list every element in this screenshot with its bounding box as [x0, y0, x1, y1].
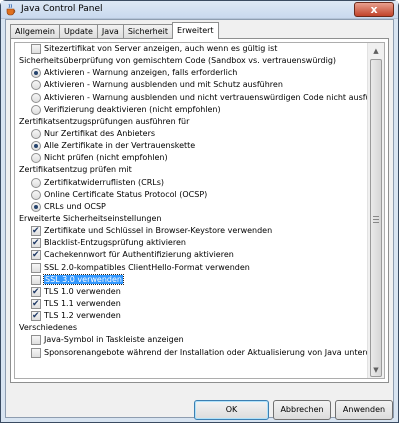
- option-label: CRLs und OCSP: [44, 201, 106, 211]
- tab-panel-erweitert: Sitezertifikat von Server anzeigen, auch…: [10, 38, 389, 383]
- option-label: SSL 3.0 verwenden: [43, 273, 124, 285]
- checkbox-option[interactable]: SSL 3.0 verwenden: [15, 273, 367, 286]
- option-label: Nicht prüfen (nicht empfohlen): [44, 153, 168, 163]
- checkbox[interactable]: [31, 335, 41, 346]
- option-label: Alle Zertifikate in der Vertrauenskette: [44, 141, 196, 151]
- option-label: Aktivieren - Warnung anzeigen, falls erf…: [44, 68, 238, 78]
- radio-button[interactable]: [31, 141, 41, 152]
- checkbox[interactable]: [31, 310, 41, 322]
- checkbox-option[interactable]: Java-Symbol in Taskleiste anzeigen: [15, 334, 367, 346]
- scroll-down-button[interactable]: ▼: [368, 362, 384, 378]
- settings-group-header: Sicherheitsüberprüfung von gemischtem Co…: [19, 56, 337, 66]
- radio-button[interactable]: [31, 68, 41, 79]
- radio-option[interactable]: Aktivieren - Warnung ausblenden und mit …: [15, 79, 367, 91]
- radio-option[interactable]: Online Certificate Status Protocol (OCSP…: [15, 189, 367, 201]
- option-label: Zertifikatwiderruflisten (CRLs): [44, 177, 165, 187]
- checkbox-option[interactable]: Blacklist-Entzugsprüfung aktivieren: [15, 237, 367, 249]
- scroll-up-button[interactable]: ▲: [368, 43, 384, 59]
- radio-option[interactable]: CRLs und OCSP: [15, 201, 367, 213]
- checkbox-option[interactable]: Cachekennwort für Authentifizierung akti…: [15, 249, 367, 261]
- tab-allgemein[interactable]: Allgemein: [10, 24, 60, 39]
- radio-option[interactable]: Verifizierung deaktivieren (nicht empfoh…: [15, 104, 367, 116]
- radio-option[interactable]: Nur Zertifikat des Anbieters: [15, 128, 367, 140]
- checkbox-option[interactable]: SSL 2.0-kompatibles ClientHello-Format v…: [15, 262, 367, 274]
- tab-strip: Allgemein Update Java Sicherheit Erweitert: [10, 22, 219, 39]
- radio-button[interactable]: [31, 104, 41, 115]
- option-label: SSL 2.0-kompatibles ClientHello-Format v…: [44, 262, 250, 272]
- java-control-panel-window: Java Control Panel x Allgemein Update Java…: [0, 0, 399, 423]
- settings-group-header: Zertifikatsentzugsprüfungen ausführen fü…: [19, 116, 190, 126]
- radio-option[interactable]: Aktivieren - Warnung anzeigen, falls erf…: [15, 67, 367, 79]
- checkbox[interactable]: [31, 44, 41, 54]
- checkbox[interactable]: [31, 237, 41, 249]
- option-label: Sitezertifikat von Server anzeigen, auch…: [44, 44, 278, 53]
- vertical-scrollbar[interactable]: ▲ ▼: [367, 43, 384, 378]
- radio-button[interactable]: [31, 177, 41, 188]
- option-label: Verifizierung deaktivieren (nicht empfoh…: [44, 104, 221, 114]
- option-label: TLS 1.1 verwenden: [44, 298, 121, 308]
- checkbox[interactable]: [31, 286, 41, 298]
- radio-option[interactable]: Nicht prüfen (nicht empfohlen): [15, 152, 367, 164]
- checkbox[interactable]: [31, 274, 41, 285]
- apply-button[interactable]: Anwenden: [335, 400, 393, 420]
- checkbox[interactable]: [31, 347, 41, 358]
- radio-option[interactable]: Aktivieren - Warnung ausblenden und nich…: [15, 92, 367, 104]
- tab-java[interactable]: Java: [96, 24, 124, 39]
- checkbox-option[interactable]: TLS 1.1 verwenden: [15, 298, 367, 310]
- checkbox-option[interactable]: TLS 1.0 verwenden: [15, 286, 367, 298]
- option-label: TLS 1.2 verwenden: [44, 311, 121, 321]
- ok-button[interactable]: OK: [194, 400, 269, 420]
- option-label: Java-Symbol in Taskleiste anzeigen: [44, 335, 184, 345]
- tab-sicherheit[interactable]: Sicherheit: [122, 24, 174, 39]
- arrow-up-icon: ▲: [373, 47, 379, 55]
- radio-option[interactable]: Zertifikatwiderruflisten (CRLs): [15, 177, 367, 189]
- close-button[interactable]: x: [354, 2, 394, 17]
- checkbox[interactable]: [31, 225, 41, 237]
- radio-button[interactable]: [31, 80, 41, 91]
- radio-button[interactable]: [31, 189, 41, 200]
- option-label: Online Certificate Status Protocol (OCSP…: [44, 189, 208, 199]
- settings-group-header: Verschiedenes: [19, 323, 78, 333]
- checkbox[interactable]: [31, 249, 41, 261]
- tab-update[interactable]: Update: [58, 24, 98, 39]
- option-label: Zertifikate und Schlüssel in Browser-Key…: [44, 226, 273, 236]
- title-bar[interactable]: Java Control Panel x: [1, 1, 398, 19]
- settings-group-header: Erweiterte Sicherheitseinstellungen: [19, 213, 162, 223]
- java-cup-icon: [6, 3, 16, 16]
- close-icon: x: [370, 3, 378, 16]
- option-label: Aktivieren - Warnung ausblenden und nich…: [44, 92, 367, 102]
- option-label: Nur Zertifikat des Anbieters: [44, 128, 156, 138]
- settings-tree: Sitezertifikat von Server anzeigen, auch…: [14, 42, 385, 379]
- checkbox-option[interactable]: Zertifikate und Schlüssel in Browser-Key…: [15, 225, 367, 237]
- settings-list: Sitezertifikat von Server anzeigen, auch…: [15, 43, 367, 378]
- checkbox[interactable]: [31, 262, 41, 273]
- cancel-button[interactable]: Abbrechen: [273, 400, 331, 420]
- window-client-area: Allgemein Update Java Sicherheit Erweitert S…: [5, 19, 394, 420]
- checkbox-option[interactable]: TLS 1.2 verwenden: [15, 310, 367, 322]
- radio-button[interactable]: [31, 153, 41, 164]
- option-label: TLS 1.0 verwenden: [44, 286, 121, 296]
- tab-erweitert[interactable]: Erweitert: [172, 22, 219, 39]
- radio-button[interactable]: [31, 128, 41, 139]
- checkbox-option[interactable]: Sponsorenangebote während der Installati…: [15, 347, 367, 359]
- radio-button[interactable]: [31, 92, 41, 103]
- option-label: Blacklist-Entzugsprüfung aktivieren: [44, 238, 186, 248]
- scrollbar-grip-icon: [373, 216, 379, 223]
- option-label: Aktivieren - Warnung ausblenden und mit …: [44, 80, 283, 90]
- arrow-down-icon: ▼: [373, 366, 379, 374]
- checkbox-option[interactable]: Sitezertifikat von Server anzeigen, auch…: [15, 43, 367, 55]
- scrollbar-thumb[interactable]: [370, 59, 382, 377]
- window-title: Java Control Panel: [21, 4, 103, 14]
- radio-option[interactable]: Alle Zertifikate in der Vertrauenskette: [15, 140, 367, 152]
- checkbox[interactable]: [31, 298, 41, 310]
- radio-button[interactable]: [31, 201, 41, 212]
- option-label: Cachekennwort für Authentifizierung akti…: [44, 250, 234, 260]
- settings-group-header: Zertifikatsentzug prüfen mit: [19, 165, 132, 175]
- option-label: Sponsorenangebote während der Installati…: [44, 347, 367, 357]
